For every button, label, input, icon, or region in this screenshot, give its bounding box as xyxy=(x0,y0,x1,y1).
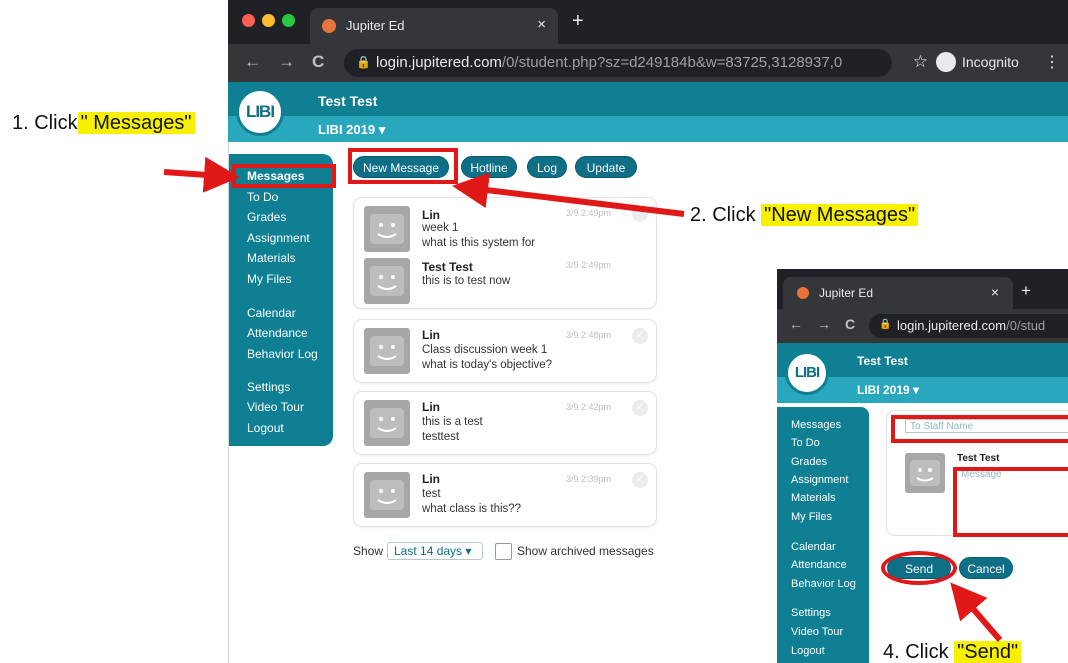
annotation-arrows xyxy=(163,156,1003,642)
arrow-to-new-message xyxy=(452,172,685,217)
arrow-to-send xyxy=(950,582,1003,642)
arrow-to-messages xyxy=(163,156,240,193)
